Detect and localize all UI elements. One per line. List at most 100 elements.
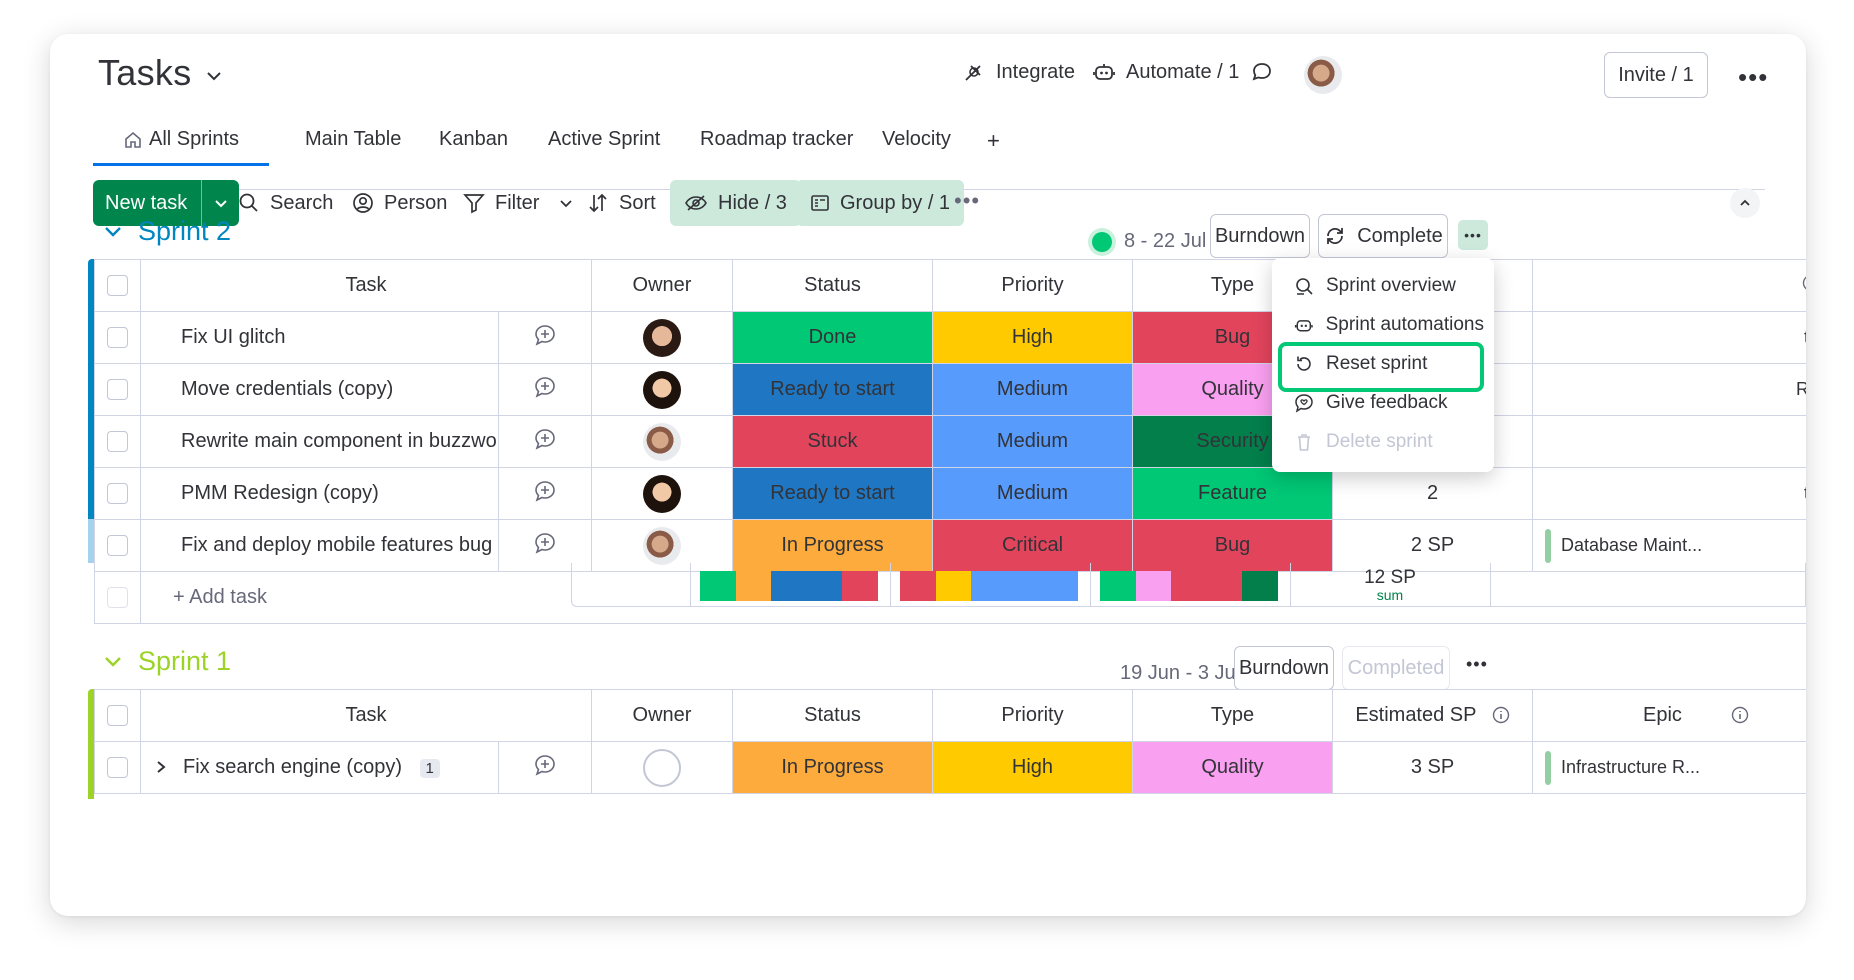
priority-cell[interactable]: Medium	[932, 467, 1133, 520]
subitems-count-badge[interactable]: 1	[419, 759, 440, 778]
status-cell[interactable]: Ready to start	[732, 363, 933, 416]
board-title[interactable]: Tasks	[98, 52, 222, 94]
chevron-right-icon[interactable]	[155, 760, 167, 774]
menu-item-sprint-automations[interactable]: Sprint automations	[1286, 305, 1484, 345]
table-row[interactable]: Fix UI glitch Done High Bug 2 t...	[94, 311, 1806, 364]
chevron-down-icon[interactable]	[559, 199, 573, 208]
status-summary-bar[interactable]	[700, 571, 878, 601]
tab-kanban[interactable]: Kanban	[439, 128, 508, 151]
table-row[interactable]: Move credentials (copy) Ready to start M…	[94, 363, 1806, 416]
status-cell[interactable]: Done	[732, 311, 933, 364]
estimate-cell[interactable]: 2	[1332, 467, 1533, 520]
task-name[interactable]: Fix and deploy mobile features bug (c...	[140, 519, 499, 572]
integrate-button[interactable]: Integrate	[962, 60, 1075, 84]
sprint2-more-button[interactable]: •••	[1458, 220, 1488, 250]
sort-button[interactable]: Sort	[587, 180, 656, 226]
add-update-icon[interactable]	[498, 363, 592, 416]
status-cell[interactable]: Ready to start	[732, 467, 933, 520]
automate-button[interactable]: Automate / 1	[1092, 60, 1239, 84]
row-checkbox[interactable]	[94, 519, 141, 572]
select-all-checkbox[interactable]	[94, 689, 141, 742]
epic-cell[interactable]: t...	[1532, 311, 1806, 364]
epic-cell[interactable]: R...	[1532, 363, 1806, 416]
owner-avatar[interactable]	[591, 467, 733, 520]
add-update-icon[interactable]	[498, 467, 592, 520]
table-row[interactable]: PMM Redesign (copy) Ready to start Mediu…	[94, 467, 1806, 520]
row-checkbox[interactable]	[94, 741, 141, 794]
status-cell[interactable]: Stuck	[732, 415, 933, 468]
filter-button[interactable]: Filter	[463, 180, 573, 226]
invite-button[interactable]: Invite / 1	[1604, 52, 1708, 98]
epic-cell[interactable]	[1532, 415, 1806, 468]
priority-cell[interactable]: Medium	[932, 415, 1133, 468]
sprint2-group-header[interactable]: Sprint 2	[104, 216, 231, 247]
row-checkbox[interactable]	[94, 467, 141, 520]
sprint2-complete-button[interactable]: Complete	[1318, 214, 1448, 258]
hide-columns-button[interactable]: Hide / 3	[670, 180, 801, 226]
epic-cell[interactable]: t...	[1532, 467, 1806, 520]
collapse-header-button[interactable]	[1730, 188, 1760, 218]
more-options-icon[interactable]: •••	[1738, 62, 1768, 93]
column-header-status[interactable]: Status	[732, 689, 933, 742]
type-summary-bar[interactable]	[1100, 571, 1278, 601]
row-checkbox[interactable]	[94, 363, 141, 416]
column-header-priority[interactable]: Priority	[932, 259, 1133, 312]
priority-cell[interactable]: High	[932, 311, 1133, 364]
table-row[interactable]: Rewrite main component in buzzword.... S…	[94, 415, 1806, 468]
add-update-icon[interactable]	[498, 741, 592, 794]
table-row[interactable]: Fix search engine (copy) 1 In Progress H…	[94, 741, 1806, 794]
info-icon[interactable]	[1731, 706, 1749, 724]
epic-cell[interactable]: Infrastructure R...	[1532, 741, 1806, 794]
task-name[interactable]: PMM Redesign (copy)	[140, 467, 499, 520]
search-button[interactable]: Search	[238, 180, 333, 226]
estimate-cell[interactable]: 3 SP	[1332, 741, 1533, 794]
group-by-button[interactable]: Group by / 1	[796, 180, 965, 226]
sprint2-burndown-button[interactable]: Burndown	[1210, 214, 1310, 258]
priority-summary-bar[interactable]	[900, 571, 1078, 601]
type-cell[interactable]: Quality	[1132, 741, 1333, 794]
more-toolbar-icon[interactable]: •••	[954, 188, 980, 214]
tab-roadmap-tracker[interactable]: Roadmap tracker	[700, 128, 853, 151]
tab-all-sprints[interactable]: All Sprints	[93, 128, 270, 166]
owner-avatar[interactable]	[591, 311, 733, 364]
column-header-owner[interactable]: Owner	[591, 689, 733, 742]
task-name[interactable]: Fix UI glitch	[140, 311, 499, 364]
add-update-icon[interactable]	[498, 311, 592, 364]
tab-velocity[interactable]: Velocity	[882, 128, 951, 151]
user-avatar[interactable]	[1304, 56, 1342, 94]
column-header-task[interactable]: Task	[140, 689, 592, 742]
column-header-epic[interactable]	[1532, 259, 1806, 312]
row-checkbox[interactable]	[94, 415, 141, 468]
priority-cell[interactable]: Medium	[932, 363, 1133, 416]
info-icon[interactable]	[1492, 706, 1510, 724]
type-cell[interactable]: Feature	[1132, 467, 1333, 520]
column-header-status[interactable]: Status	[732, 259, 933, 312]
task-name[interactable]: Fix search engine (copy) 1	[140, 741, 499, 794]
row-checkbox[interactable]	[94, 311, 141, 364]
owner-avatar[interactable]	[591, 415, 733, 468]
tab-main-table[interactable]: Main Table	[305, 128, 401, 151]
owner-avatar[interactable]	[591, 363, 733, 416]
add-view-button[interactable]: +	[987, 128, 1000, 154]
updates-button[interactable]	[1250, 60, 1274, 84]
column-header-estimated-sp[interactable]: Estimated SP	[1332, 689, 1533, 742]
sprint1-burndown-button[interactable]: Burndown	[1234, 646, 1334, 690]
select-all-checkbox[interactable]	[94, 259, 141, 312]
info-icon[interactable]	[1802, 274, 1806, 292]
person-filter-button[interactable]: Person	[352, 180, 447, 226]
sprint1-more-button[interactable]: •••	[1466, 654, 1488, 675]
task-name[interactable]: Rewrite main component in buzzword....	[140, 415, 499, 468]
column-header-type[interactable]: Type	[1132, 689, 1333, 742]
priority-cell[interactable]: High	[932, 741, 1133, 794]
owner-avatar-empty[interactable]	[591, 741, 733, 794]
sprint1-group-header[interactable]: Sprint 1	[104, 646, 231, 677]
task-name[interactable]: Move credentials (copy)	[140, 363, 499, 416]
menu-item-sprint-overview[interactable]: Sprint overview	[1286, 266, 1484, 306]
column-header-task[interactable]: Task	[140, 259, 592, 312]
tab-active-sprint[interactable]: Active Sprint	[548, 128, 660, 151]
column-header-priority[interactable]: Priority	[932, 689, 1133, 742]
add-update-icon[interactable]	[498, 415, 592, 468]
column-header-owner[interactable]: Owner	[591, 259, 733, 312]
status-cell[interactable]: In Progress	[732, 741, 933, 794]
column-header-epic[interactable]: Epic	[1532, 689, 1806, 742]
